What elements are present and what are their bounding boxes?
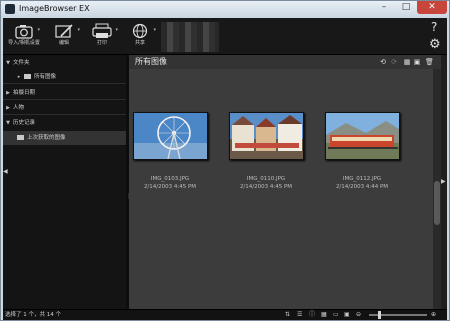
- info-icon[interactable]: ⓘ: [309, 311, 315, 319]
- thumbnail-image[interactable]: [229, 112, 304, 160]
- panel-header: 所有图像 ⟲ ⟳ ▦ ▣ 🗑: [129, 55, 441, 69]
- edit-label: 编辑: [58, 40, 69, 46]
- expand-right-icon[interactable]: ▶: [441, 178, 446, 185]
- app-icon: [5, 4, 15, 14]
- sidebar-item-label: 上次获取的图像: [27, 135, 66, 141]
- maximize-button[interactable]: □: [395, 1, 417, 14]
- sidebar-item-label: 所有图像: [34, 74, 57, 80]
- chevron-right-icon: ▸: [17, 74, 21, 80]
- sidebar-item-label: 文件夹: [13, 60, 30, 66]
- sidebar-item-shooting-date[interactable]: ▶ 拍摄日期: [3, 86, 126, 100]
- fullscreen-view-icon[interactable]: ▣: [344, 311, 350, 319]
- globe-icon: [132, 23, 148, 39]
- image-filename: IMG_0110.JPG: [246, 176, 286, 182]
- thumbnail-image[interactable]: [133, 112, 208, 160]
- list-view-icon[interactable]: ☰: [297, 311, 302, 319]
- close-button[interactable]: ✕: [417, 1, 447, 14]
- chevron-down-icon: ▾: [115, 27, 118, 33]
- help-icon[interactable]: ?: [431, 20, 437, 34]
- folder-icon: [24, 74, 31, 79]
- application-window: ImageBrowser EX – □ ✕ 导入/相机设置 ▾ 编辑 ▾ 打印 …: [0, 0, 450, 321]
- edit-button[interactable]: 编辑 ▾: [47, 20, 81, 52]
- rotate-right-icon[interactable]: ⟳: [390, 58, 398, 66]
- sidebar: ▼ 文件夹 ▸ 所有图像 ▶ 拍摄日期 ▶ 人物 ▼ 历史记录 上次获取的图像: [3, 55, 127, 309]
- zoom-out-icon[interactable]: ⊖: [356, 311, 361, 319]
- sidebar-item-people[interactable]: ▶ 人物: [3, 101, 126, 115]
- print-button[interactable]: 打印 ▾: [85, 20, 119, 52]
- collapse-left-icon[interactable]: ◀: [3, 168, 8, 175]
- import-camera-settings-label: 导入/相机设置: [8, 40, 40, 46]
- chevron-down-icon: ▼: [6, 120, 10, 126]
- zoom-in-icon[interactable]: ⊕: [431, 311, 436, 319]
- rotate-left-icon[interactable]: ⟲: [379, 58, 387, 66]
- chevron-down-icon: ▾: [77, 27, 80, 33]
- print-label: 打印: [96, 40, 107, 46]
- window-title: ImageBrowser EX: [19, 4, 90, 13]
- sidebar-item-folders[interactable]: ▼ 文件夹: [3, 56, 126, 70]
- image-grid-panel: 所有图像 ⟲ ⟳ ▦ ▣ 🗑 IMG_0103.JPG 2/14/2003 4:…: [129, 55, 441, 309]
- chevron-right-icon: ▶: [6, 105, 10, 111]
- view-mode-icon[interactable]: ▦: [403, 58, 411, 66]
- chevron-right-icon: ▶: [6, 90, 10, 96]
- import-camera-settings-button[interactable]: 导入/相机设置 ▾: [7, 20, 41, 52]
- share-button[interactable]: 共享 ▾: [123, 20, 157, 52]
- thumbnail-image[interactable]: [325, 112, 400, 160]
- image-filename: IMG_0103.JPG: [150, 176, 190, 182]
- image-datetime: 2/14/2003 4:44 PM: [335, 184, 389, 190]
- title-bar[interactable]: ImageBrowser EX – □ ✕: [1, 1, 449, 18]
- scrollbar-thumb[interactable]: [434, 181, 440, 225]
- preview-view-icon[interactable]: ▭: [333, 311, 339, 319]
- vertical-scrollbar[interactable]: [433, 69, 441, 309]
- minimize-button[interactable]: –: [373, 1, 395, 14]
- sidebar-item-label: 历史记录: [13, 120, 36, 126]
- image-stack-icon: [17, 135, 24, 140]
- share-label: 共享: [134, 40, 145, 46]
- chevron-down-icon: ▾: [153, 27, 156, 33]
- chevron-down-icon: ▾: [37, 27, 40, 33]
- zoom-slider-handle[interactable]: [378, 311, 381, 319]
- sidebar-item-label: 拍摄日期: [13, 90, 36, 96]
- image-filename: IMG_0112.JPG: [342, 176, 382, 182]
- panel-title: 所有图像: [135, 57, 167, 66]
- sidebar-item-last-acquired[interactable]: 上次获取的图像: [3, 131, 126, 145]
- gear-icon[interactable]: ⚙: [429, 37, 441, 52]
- fullscreen-icon[interactable]: ▣: [413, 58, 421, 66]
- selection-status: 选择了 1 个，共 14 个: [5, 312, 61, 318]
- sidebar-item-all-images[interactable]: ▸ 所有图像: [3, 70, 126, 84]
- chevron-down-icon: ▼: [6, 60, 10, 66]
- trash-icon[interactable]: 🗑: [425, 58, 434, 66]
- blurred-toolbar-area: [161, 22, 219, 52]
- sidebar-item-label: 人物: [13, 105, 25, 111]
- status-bar: 选择了 1 个，共 14 个 ⇅ ☰ ⓘ ▦ ▭ ▣ ⊖ ⊕: [3, 309, 447, 320]
- app-frame: 导入/相机设置 ▾ 编辑 ▾ 打印 ▾ 共享 ▾ ? ⚙ ▼ 文件夹 ▸ 所有图…: [3, 18, 447, 320]
- grid-view-icon[interactable]: ▦: [321, 311, 327, 319]
- edit-icon: [55, 24, 73, 38]
- printer-icon: [92, 23, 112, 38]
- image-datetime: 2/14/2003 4:45 PM: [239, 184, 293, 190]
- sort-icon[interactable]: ⇅: [285, 311, 290, 319]
- image-datetime: 2/14/2003 4:45 PM: [143, 184, 197, 190]
- toolbar: 导入/相机设置 ▾ 编辑 ▾ 打印 ▾ 共享 ▾ ? ⚙: [3, 18, 447, 55]
- sidebar-item-history[interactable]: ▼ 历史记录: [3, 116, 126, 130]
- camera-icon: [15, 25, 33, 39]
